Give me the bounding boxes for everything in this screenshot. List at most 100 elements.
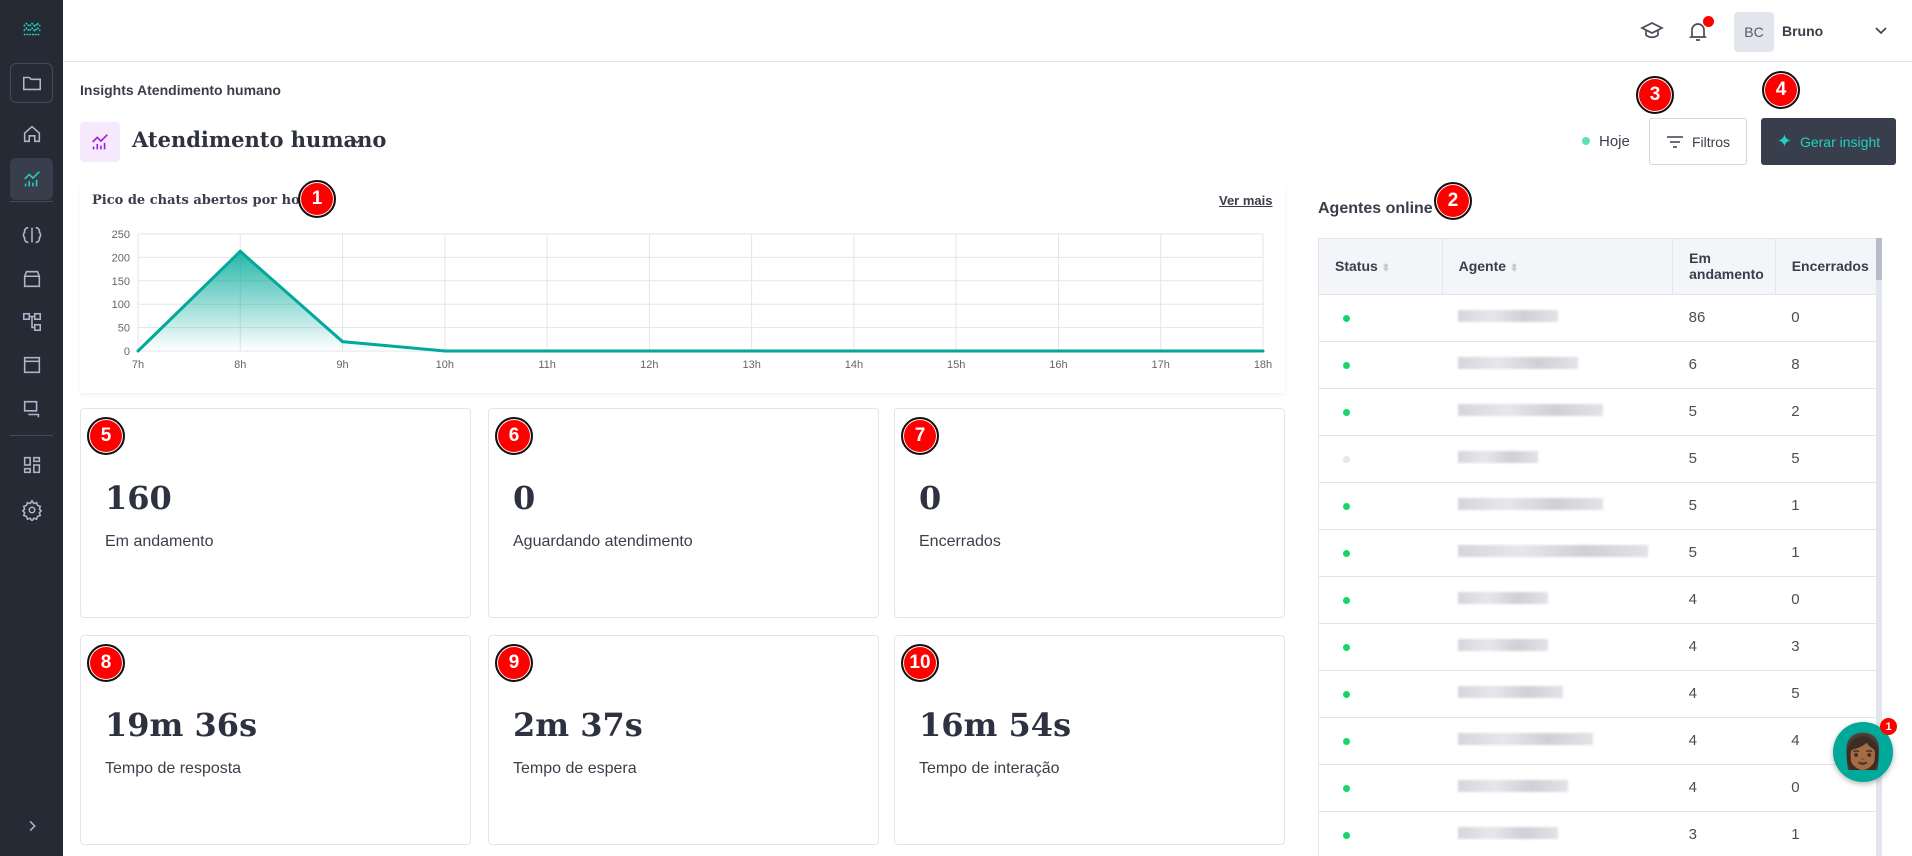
page-title[interactable]: Atendimento humano	[132, 127, 386, 152]
table-row[interactable]: 40	[1319, 764, 1881, 812]
data-point	[1159, 349, 1163, 353]
metric-label: Tempo de resposta	[105, 760, 242, 777]
filter-icon	[1666, 135, 1683, 148]
table-row[interactable]: 86 0	[1319, 294, 1881, 342]
column-header[interactable]: Agente ⬍	[1442, 239, 1674, 295]
sort-icon[interactable]: ⬍	[1382, 263, 1390, 274]
agent-name-redacted	[1458, 780, 1569, 792]
generate-insight-button[interactable]: ✦ Gerar insight	[1761, 118, 1896, 165]
in-progress-cell: 4	[1672, 576, 1776, 624]
agents-title: Agentes online	[1318, 200, 1433, 217]
folder-icon[interactable]	[10, 63, 53, 103]
title-dropdown-chevron-icon[interactable]	[350, 133, 364, 152]
graduation-cap-icon[interactable]	[1640, 19, 1664, 43]
data-point	[443, 349, 447, 353]
metric-card: 8 19m 36s Tempo de resposta	[80, 635, 471, 845]
y-tick-label: 250	[112, 229, 130, 241]
metric-label: Em andamento	[105, 533, 214, 550]
column-header[interactable]: Em andamento	[1672, 239, 1776, 295]
x-tick-label: 17h	[1152, 359, 1170, 371]
home-icon[interactable]	[10, 114, 53, 154]
status-dot	[1343, 644, 1350, 651]
table-row[interactable]: 44	[1319, 717, 1881, 765]
table-row[interactable]: 55	[1319, 435, 1881, 483]
table-row[interactable]: 68	[1319, 341, 1881, 389]
x-tick-label: 10h	[436, 359, 454, 371]
logo-icon[interactable]	[10, 9, 53, 49]
x-tick-label: 8h	[234, 359, 246, 371]
metric-value: 16m 54s	[919, 706, 1072, 744]
metric-value: 19m 36s	[105, 706, 258, 744]
status-dot	[1343, 832, 1350, 839]
y-tick-label: 150	[112, 276, 130, 288]
table-row[interactable]: 31	[1319, 811, 1881, 856]
in-progress-cell: 86	[1672, 294, 1776, 342]
closed-cell: 0	[1775, 294, 1881, 342]
avatar[interactable]: BC	[1734, 12, 1774, 52]
unread-badge: 1	[1880, 718, 1897, 735]
chat-icon[interactable]	[10, 389, 53, 429]
dashboard-icon[interactable]	[10, 445, 53, 485]
brain-icon[interactable]	[10, 215, 53, 255]
date-status-dot	[1582, 137, 1590, 145]
status-dot	[1343, 597, 1350, 604]
chart-svg: 0 50 100 150 200 250 7h 8h 9h 10h 11h 12h 13h 14h 15h 1…	[112, 229, 1273, 371]
metric-value: 2m 37s	[513, 706, 643, 744]
metric-card: 6 0 Aguardando atendimento	[488, 408, 879, 618]
table-row[interactable]: 51	[1319, 482, 1881, 530]
column-header-label: Em andamento	[1689, 250, 1764, 283]
in-progress-cell: 4	[1672, 717, 1776, 765]
metric-card: 7 0 Encerrados	[894, 408, 1285, 618]
area-fill	[138, 251, 1263, 351]
agent-name-redacted	[1458, 733, 1594, 745]
gear-icon[interactable]	[10, 490, 53, 530]
column-header[interactable]: Encerrados	[1775, 239, 1881, 295]
filters-button[interactable]: Filtros	[1649, 118, 1747, 165]
date-filter-label[interactable]: Hoje	[1599, 133, 1630, 150]
expand-chevron-icon[interactable]	[10, 806, 53, 846]
status-dot	[1343, 315, 1350, 322]
x-tick-label: 15h	[947, 359, 965, 371]
data-point	[954, 349, 958, 353]
data-point	[136, 349, 140, 353]
agent-name-redacted	[1458, 639, 1549, 651]
window-icon[interactable]	[10, 345, 53, 385]
x-tick-label: 16h	[1049, 359, 1067, 371]
notification-dot	[1703, 16, 1714, 27]
table-row[interactable]: 43	[1319, 623, 1881, 671]
store-icon[interactable]	[10, 259, 53, 299]
metric-label: Aguardando atendimento	[513, 533, 693, 550]
column-header[interactable]: Status ⬍	[1319, 239, 1443, 295]
sort-icon[interactable]: ⬍	[1510, 263, 1518, 274]
flow-icon[interactable]	[10, 302, 53, 342]
agents-table: Status ⬍ Agente ⬍ Em andamento Encerrados 86…	[1318, 238, 1882, 856]
table-row[interactable]: 52	[1319, 388, 1881, 436]
table-row[interactable]: 51	[1319, 529, 1881, 577]
in-progress-cell: 3	[1672, 811, 1776, 856]
insights-icon[interactable]	[10, 158, 53, 200]
agent-name-redacted	[1458, 498, 1604, 510]
closed-cell: 3	[1775, 623, 1881, 671]
chevron-down-icon[interactable]	[1873, 22, 1889, 43]
assistant-avatar-icon: 👩🏾	[1841, 733, 1885, 771]
metric-card: 5 160 Em andamento	[80, 408, 471, 618]
x-tick-label: 9h	[336, 359, 348, 371]
x-tick-label: 11h	[538, 359, 556, 371]
table-row[interactable]: 45	[1319, 670, 1881, 718]
user-name[interactable]: Bruno	[1782, 23, 1823, 39]
bell-icon[interactable]	[1686, 16, 1714, 43]
generate-insight-label: Gerar insight	[1799, 133, 1881, 150]
agents-panel: Agentes online Status ⬍ Agente ⬍ Em andame…	[1302, 183, 1896, 856]
annotation-badge: 6	[495, 417, 533, 455]
status-dot	[1343, 691, 1350, 698]
agent-name-redacted	[1458, 686, 1564, 698]
closed-cell: 1	[1775, 482, 1881, 530]
closed-cell: 5	[1775, 435, 1881, 483]
top-bar: BC Bruno	[63, 0, 1912, 62]
status-dot	[1343, 550, 1350, 557]
agent-name-redacted	[1458, 357, 1579, 369]
chat-widget-button[interactable]: 👩🏾 1	[1833, 718, 1897, 782]
agent-name-redacted	[1458, 592, 1549, 604]
data-point	[1056, 349, 1060, 353]
table-row[interactable]: 40	[1319, 576, 1881, 624]
